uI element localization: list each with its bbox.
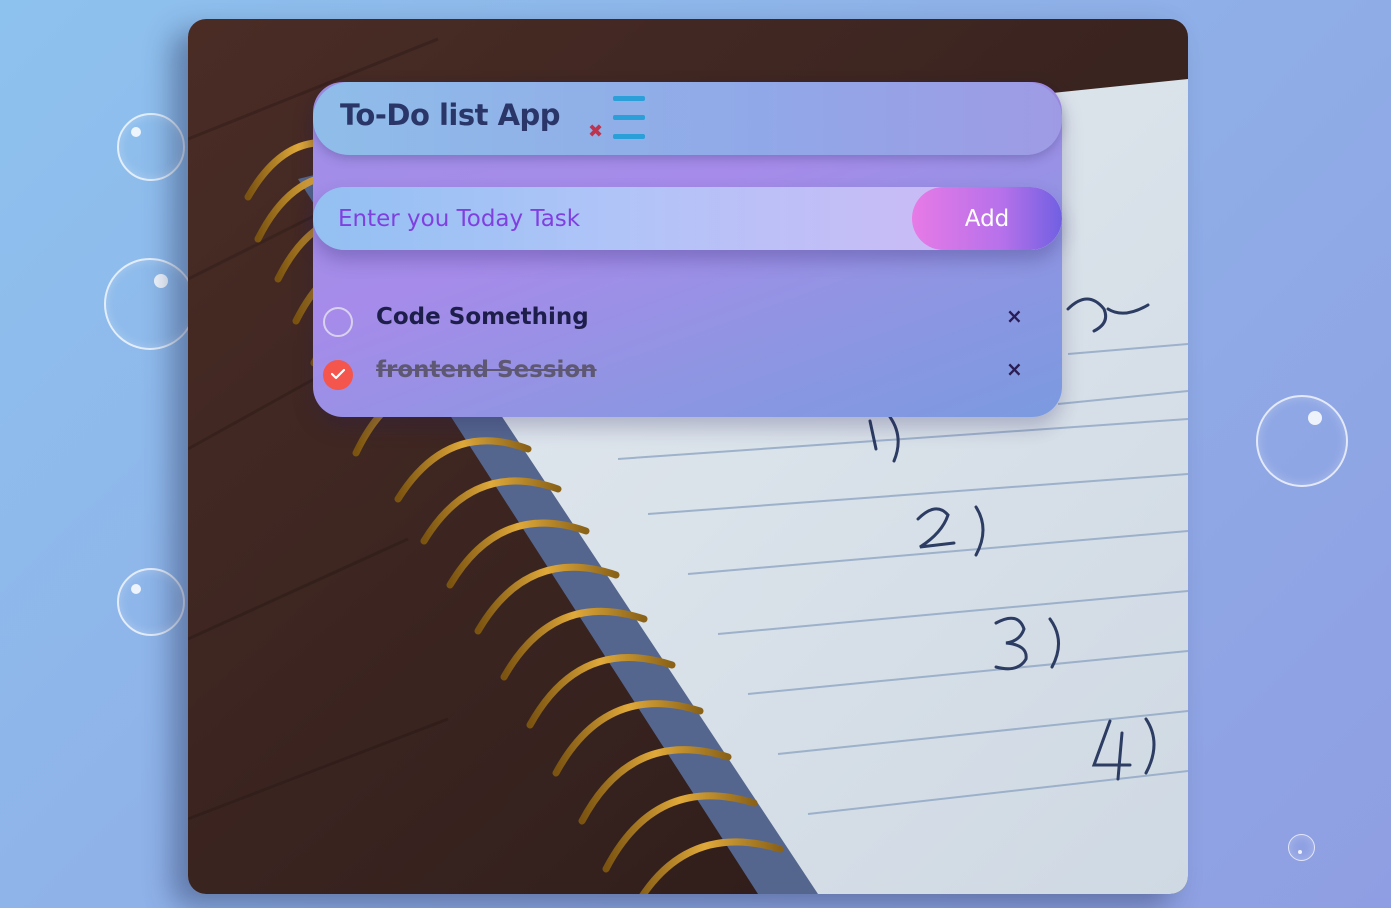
task-checkbox[interactable] [323,307,353,337]
app-title: To-Do list App [340,98,561,132]
task-label: frontend Session [376,357,597,383]
bubble-decoration [1256,395,1348,487]
app-header: To-Do list App ✖ [313,82,1062,155]
delete-task-icon[interactable]: × [1006,304,1023,328]
close-icon[interactable]: ✖ [588,123,603,141]
checkmark-icon [331,369,345,380]
bubble-decoration [117,568,185,636]
bubble-decoration [1288,834,1315,861]
task-item[interactable]: Code Something × [323,304,1043,344]
task-input[interactable] [313,187,911,250]
delete-task-icon[interactable]: × [1006,357,1023,381]
hamburger-menu-icon[interactable] [613,96,645,142]
bubble-decoration [117,113,185,181]
bubble-decoration [104,258,196,350]
task-label: Code Something [376,304,589,330]
todo-app-panel: To-Do list App ✖ Add Code Something × fr… [313,82,1062,417]
task-checkbox-checked[interactable] [323,360,353,390]
add-button[interactable]: Add [912,187,1062,250]
task-item[interactable]: frontend Session × [323,357,1043,397]
add-task-row: Add [313,187,1062,250]
